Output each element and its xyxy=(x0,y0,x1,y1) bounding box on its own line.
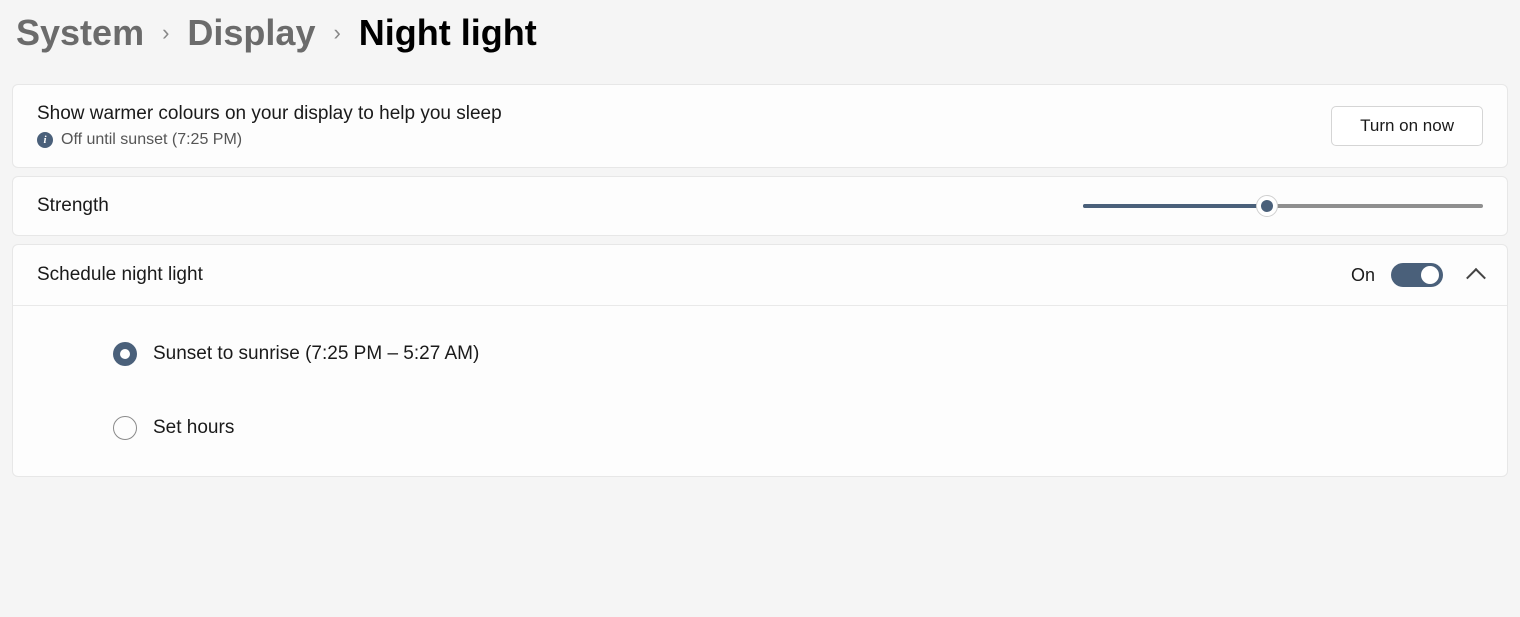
chevron-right-icon: › xyxy=(162,20,169,46)
slider-thumb[interactable] xyxy=(1256,195,1278,217)
strength-slider[interactable] xyxy=(1083,204,1483,208)
breadcrumb-system[interactable]: System xyxy=(16,12,144,54)
schedule-toggle[interactable] xyxy=(1391,263,1443,287)
schedule-options-panel: Sunset to sunrise (7:25 PM – 5:27 AM) Se… xyxy=(13,305,1507,476)
status-text: Off until sunset (7:25 PM) xyxy=(61,131,242,149)
turn-on-now-button[interactable]: Turn on now xyxy=(1331,106,1483,146)
strength-label: Strength xyxy=(37,195,109,217)
radio-unselected-icon xyxy=(113,416,137,440)
radio-sunset-to-sunrise[interactable]: Sunset to sunrise (7:25 PM – 5:27 AM) xyxy=(113,342,1483,366)
info-icon: i xyxy=(37,132,53,148)
radio-set-hours[interactable]: Set hours xyxy=(113,416,1483,440)
breadcrumb-display[interactable]: Display xyxy=(187,12,315,54)
breadcrumb: System › Display › Night light xyxy=(12,12,1508,54)
radio-set-hours-label: Set hours xyxy=(153,417,234,439)
chevron-right-icon: › xyxy=(333,20,340,46)
strength-card: Strength xyxy=(12,176,1508,236)
description-card: Show warmer colours on your display to h… xyxy=(12,84,1508,168)
radio-sunset-label: Sunset to sunrise (7:25 PM – 5:27 AM) xyxy=(153,343,479,365)
schedule-card: Schedule night light On Sunset to sunris… xyxy=(12,244,1508,477)
radio-selected-icon xyxy=(113,342,137,366)
breadcrumb-current: Night light xyxy=(359,12,537,54)
toggle-state-label: On xyxy=(1351,265,1375,286)
chevron-up-icon[interactable] xyxy=(1466,268,1486,288)
schedule-label: Schedule night light xyxy=(37,264,203,286)
description-title: Show warmer colours on your display to h… xyxy=(37,103,502,125)
